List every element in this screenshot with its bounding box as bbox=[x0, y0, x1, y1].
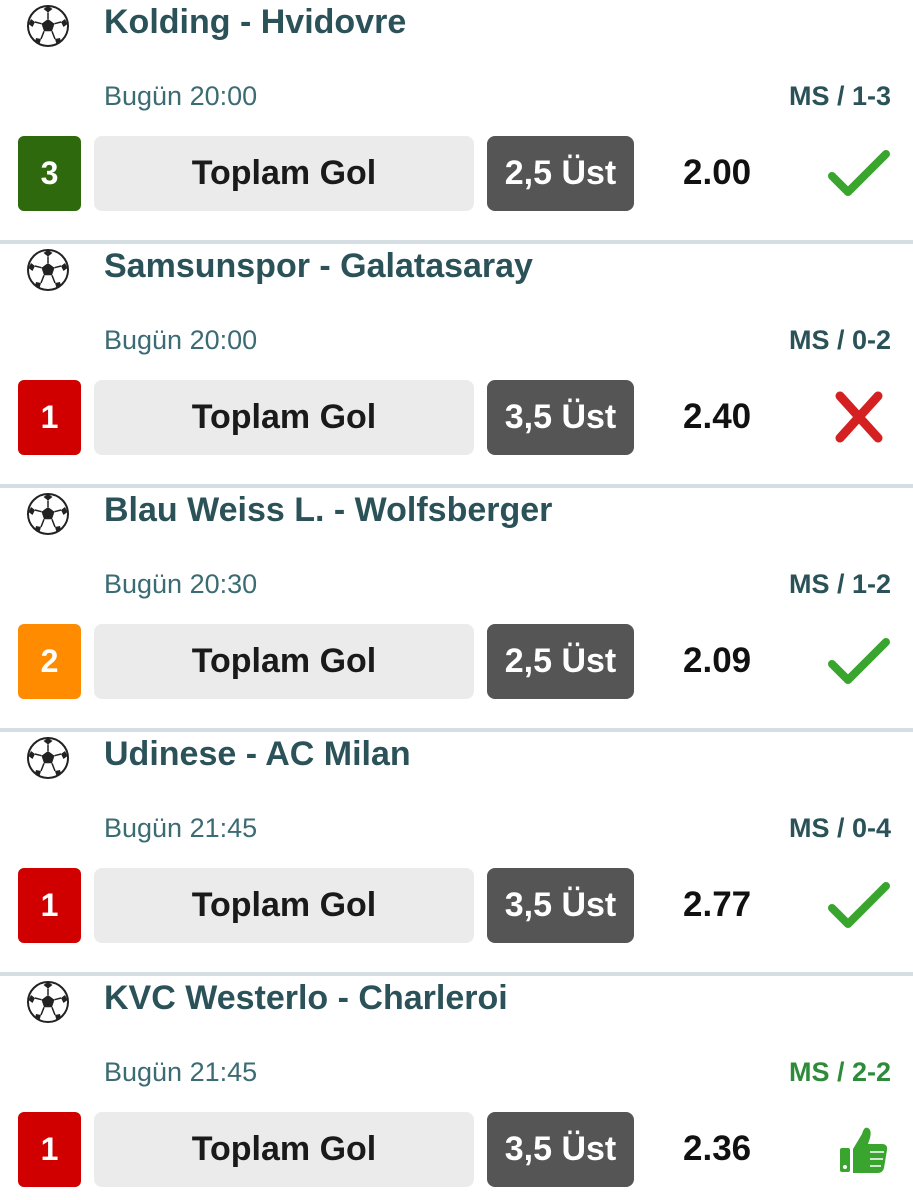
rank-badge: 2 bbox=[18, 624, 81, 699]
match-score: MS / 0-4 bbox=[788, 813, 891, 843]
pick-button[interactable]: 3,5 Üst bbox=[487, 380, 634, 455]
check-icon bbox=[826, 146, 892, 202]
odds-value: 2.40 bbox=[683, 397, 752, 436]
match-teams[interactable]: Udinese - AC Milan bbox=[104, 734, 411, 774]
odds-value: 2.09 bbox=[683, 641, 752, 680]
check-icon bbox=[826, 634, 892, 690]
match-score: MS / 1-2 bbox=[788, 569, 891, 599]
market-button[interactable]: Toplam Gol bbox=[94, 380, 474, 455]
match-score: MS / 1-3 bbox=[788, 81, 891, 111]
pick-button[interactable]: 3,5 Üst bbox=[487, 1112, 634, 1187]
pick-button[interactable]: 2,5 Üst bbox=[487, 624, 634, 699]
thumbs-up-icon bbox=[826, 1122, 892, 1178]
match-time: Bugün 20:00 bbox=[104, 325, 258, 355]
cross-icon bbox=[826, 390, 892, 446]
match-time: Bugün 21:45 bbox=[104, 813, 258, 843]
match-row[interactable]: Blau Weiss L. - Wolfsberger Bugün 20:30 … bbox=[0, 488, 913, 732]
odds-value: 2.36 bbox=[683, 1129, 752, 1168]
odds-value: 2.77 bbox=[683, 885, 752, 924]
pick-button[interactable]: 2,5 Üst bbox=[487, 136, 634, 211]
check-icon bbox=[826, 878, 892, 934]
soccer-ball-icon bbox=[26, 980, 70, 1024]
rank-badge: 1 bbox=[18, 1112, 81, 1187]
soccer-ball-icon bbox=[26, 736, 70, 780]
rank-badge: 1 bbox=[18, 380, 81, 455]
market-button[interactable]: Toplam Gol bbox=[94, 868, 474, 943]
market-button[interactable]: Toplam Gol bbox=[94, 624, 474, 699]
match-row[interactable]: Samsunspor - Galatasaray Bugün 20:00 MS … bbox=[0, 244, 913, 488]
soccer-ball-icon bbox=[26, 492, 70, 536]
match-time: Bugün 20:30 bbox=[104, 569, 258, 599]
rank-badge: 1 bbox=[18, 868, 81, 943]
match-time: Bugün 20:00 bbox=[104, 81, 258, 111]
odds-value: 2.00 bbox=[683, 153, 752, 192]
match-teams[interactable]: Kolding - Hvidovre bbox=[104, 2, 406, 42]
match-list: Kolding - Hvidovre Bugün 20:00 MS / 1-3 … bbox=[0, 0, 913, 1200]
rank-badge: 3 bbox=[18, 136, 81, 211]
match-time: Bugün 21:45 bbox=[104, 1057, 258, 1087]
market-button[interactable]: Toplam Gol bbox=[94, 136, 474, 211]
soccer-ball-icon bbox=[26, 248, 70, 292]
match-score: MS / 0-2 bbox=[788, 325, 891, 355]
match-row[interactable]: Udinese - AC Milan Bugün 21:45 MS / 0-4 … bbox=[0, 732, 913, 976]
soccer-ball-icon bbox=[26, 4, 70, 48]
match-score: MS / 2-2 bbox=[788, 1057, 891, 1087]
pick-button[interactable]: 3,5 Üst bbox=[487, 868, 634, 943]
match-teams[interactable]: KVC Westerlo - Charleroi bbox=[104, 978, 508, 1018]
market-button[interactable]: Toplam Gol bbox=[94, 1112, 474, 1187]
match-row[interactable]: Kolding - Hvidovre Bugün 20:00 MS / 1-3 … bbox=[0, 0, 913, 244]
match-teams[interactable]: Samsunspor - Galatasaray bbox=[104, 246, 533, 286]
match-teams[interactable]: Blau Weiss L. - Wolfsberger bbox=[104, 490, 552, 530]
match-row[interactable]: KVC Westerlo - Charleroi Bugün 21:45 MS … bbox=[0, 976, 913, 1200]
